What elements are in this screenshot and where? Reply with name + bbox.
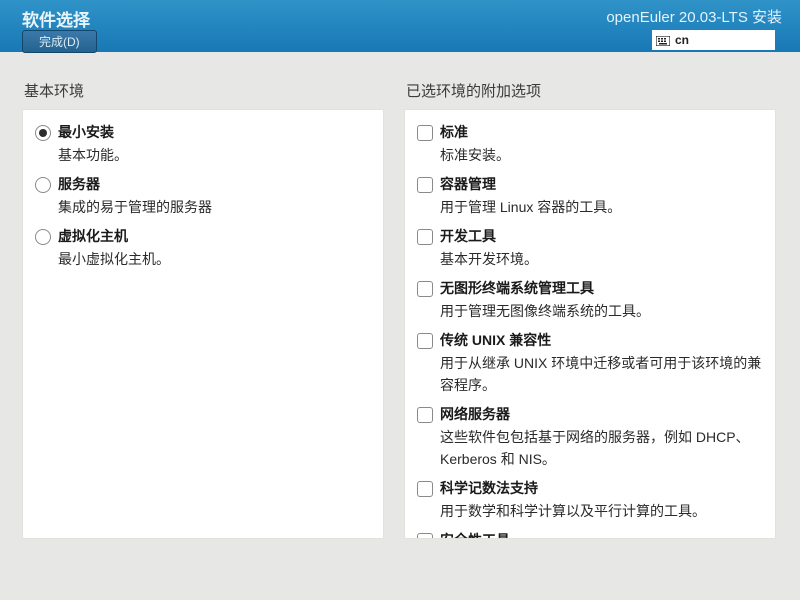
checkbox-icon bbox=[417, 481, 433, 497]
addon-option[interactable]: 传统 UNIX 兼容性 用于从继承 UNIX 环境中迁移或者可用于该环境的兼容程… bbox=[405, 326, 775, 400]
option-text: 服务器 集成的易于管理的服务器 bbox=[58, 174, 371, 218]
option-desc: 基本功能。 bbox=[58, 144, 371, 166]
option-title: 容器管理 bbox=[440, 174, 763, 194]
addon-option[interactable]: 无图形终端系统管理工具 用于管理无图像终端系统的工具。 bbox=[405, 274, 775, 326]
checkbox-icon bbox=[417, 533, 433, 539]
page-title: 软件选择 bbox=[22, 6, 90, 31]
addon-option[interactable]: 标准 标准安装。 bbox=[405, 118, 775, 170]
option-desc: 基本开发环境。 bbox=[440, 248, 763, 270]
base-env-option[interactable]: 服务器 集成的易于管理的服务器 bbox=[23, 170, 383, 222]
option-title: 最小安装 bbox=[58, 122, 371, 142]
option-desc: 用于从继承 UNIX 环境中迁移或者可用于该环境的兼容程序。 bbox=[440, 352, 763, 396]
base-env-panel: 最小安装 基本功能。 服务器 集成的易于管理的服务器 虚拟化主机 最小虚拟化主机… bbox=[22, 109, 384, 539]
option-title: 虚拟化主机 bbox=[58, 226, 371, 246]
option-text: 虚拟化主机 最小虚拟化主机。 bbox=[58, 226, 371, 270]
option-title: 传统 UNIX 兼容性 bbox=[440, 330, 763, 350]
addons-heading: 已选环境的附加选项 bbox=[406, 80, 776, 101]
radio-icon bbox=[35, 177, 51, 193]
checkbox-icon bbox=[417, 333, 433, 349]
base-env-heading: 基本环境 bbox=[24, 80, 384, 101]
radio-icon bbox=[35, 125, 51, 141]
checkbox-icon bbox=[417, 281, 433, 297]
option-text: 科学记数法支持 用于数学和科学计算以及平行计算的工具。 bbox=[440, 478, 763, 522]
keyboard-icon bbox=[656, 35, 670, 45]
content-area: 基本环境 最小安装 基本功能。 服务器 集成的易于管理的服务器 虚拟化主机 最小… bbox=[0, 52, 800, 598]
checkbox-icon bbox=[417, 407, 433, 423]
option-desc: 用于管理无图像终端系统的工具。 bbox=[440, 300, 763, 322]
addon-option[interactable]: 安全性工具 用于完整性和可信验证的安全性工具。 bbox=[405, 526, 775, 539]
base-env-option[interactable]: 虚拟化主机 最小虚拟化主机。 bbox=[23, 222, 383, 274]
addon-option[interactable]: 容器管理 用于管理 Linux 容器的工具。 bbox=[405, 170, 775, 222]
option-text: 容器管理 用于管理 Linux 容器的工具。 bbox=[440, 174, 763, 218]
product-label: openEuler 20.03-LTS 安装 bbox=[606, 6, 782, 27]
option-desc: 标准安装。 bbox=[440, 144, 763, 166]
base-env-option[interactable]: 最小安装 基本功能。 bbox=[23, 118, 383, 170]
option-text: 无图形终端系统管理工具 用于管理无图像终端系统的工具。 bbox=[440, 278, 763, 322]
option-desc: 最小虚拟化主机。 bbox=[58, 248, 371, 270]
option-text: 网络服务器 这些软件包包括基于网络的服务器，例如 DHCP、Kerberos 和… bbox=[440, 404, 763, 470]
option-title: 网络服务器 bbox=[440, 404, 763, 424]
keyboard-layout-code: cn bbox=[675, 33, 689, 47]
addon-option[interactable]: 网络服务器 这些软件包包括基于网络的服务器，例如 DHCP、Kerberos 和… bbox=[405, 400, 775, 474]
done-button[interactable]: 完成(D) bbox=[22, 30, 97, 53]
option-title: 安全性工具 bbox=[440, 530, 763, 539]
base-env-column: 基本环境 最小安装 基本功能。 服务器 集成的易于管理的服务器 虚拟化主机 最小… bbox=[22, 80, 384, 598]
option-desc: 用于管理 Linux 容器的工具。 bbox=[440, 196, 763, 218]
option-title: 开发工具 bbox=[440, 226, 763, 246]
addons-column: 已选环境的附加选项 标准 标准安装。 容器管理 用于管理 Linux 容器的工具… bbox=[404, 80, 776, 598]
option-title: 无图形终端系统管理工具 bbox=[440, 278, 763, 298]
option-text: 安全性工具 用于完整性和可信验证的安全性工具。 bbox=[440, 530, 763, 539]
header-bar: 软件选择 openEuler 20.03-LTS 安装 完成(D) cn bbox=[0, 0, 800, 52]
addon-option[interactable]: 科学记数法支持 用于数学和科学计算以及平行计算的工具。 bbox=[405, 474, 775, 526]
option-desc: 这些软件包包括基于网络的服务器，例如 DHCP、Kerberos 和 NIS。 bbox=[440, 426, 763, 470]
option-title: 服务器 bbox=[58, 174, 371, 194]
option-desc: 用于数学和科学计算以及平行计算的工具。 bbox=[440, 500, 763, 522]
checkbox-icon bbox=[417, 177, 433, 193]
addon-option[interactable]: 开发工具 基本开发环境。 bbox=[405, 222, 775, 274]
keyboard-layout-indicator[interactable]: cn bbox=[652, 30, 775, 50]
addons-panel: 标准 标准安装。 容器管理 用于管理 Linux 容器的工具。 开发工具 基本开… bbox=[404, 109, 776, 539]
option-desc: 集成的易于管理的服务器 bbox=[58, 196, 371, 218]
option-text: 标准 标准安装。 bbox=[440, 122, 763, 166]
option-text: 传统 UNIX 兼容性 用于从继承 UNIX 环境中迁移或者可用于该环境的兼容程… bbox=[440, 330, 763, 396]
option-title: 标准 bbox=[440, 122, 763, 142]
checkbox-icon bbox=[417, 229, 433, 245]
option-text: 最小安装 基本功能。 bbox=[58, 122, 371, 166]
option-title: 科学记数法支持 bbox=[440, 478, 763, 498]
radio-icon bbox=[35, 229, 51, 245]
option-text: 开发工具 基本开发环境。 bbox=[440, 226, 763, 270]
checkbox-icon bbox=[417, 125, 433, 141]
